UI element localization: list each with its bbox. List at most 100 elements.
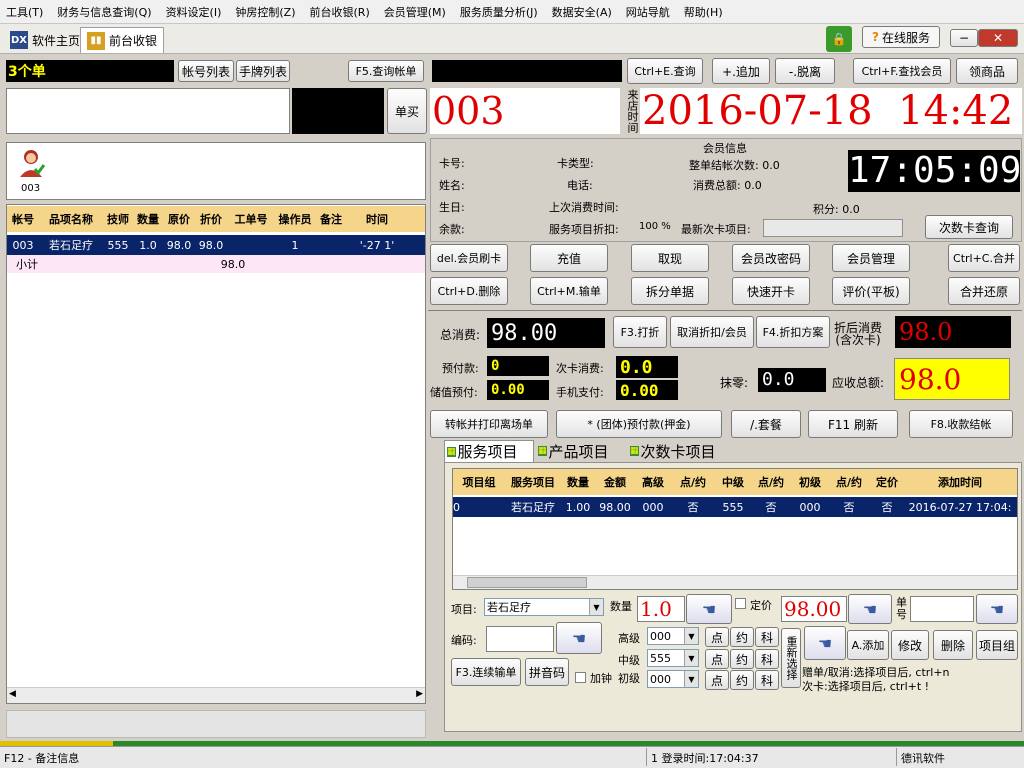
order-input[interactable] <box>6 88 290 134</box>
column-header[interactable]: 添加时间 <box>905 474 1015 490</box>
item-tab[interactable]: ▦ 服务项目 <box>444 440 534 462</box>
find-member-button[interactable]: Ctrl+F.查找会员 <box>853 58 951 84</box>
column-header[interactable]: 金额 <box>595 474 635 490</box>
query-button[interactable]: Ctrl+E.查询 <box>627 58 703 84</box>
tab-home[interactable]: DX 软件主页 <box>4 27 86 53</box>
column-header[interactable]: 项目组 <box>453 474 505 490</box>
action-button[interactable]: 充值 <box>530 244 608 272</box>
pinyin-button[interactable]: 拼音码 <box>525 658 569 686</box>
column-header[interactable]: 工单号 <box>227 211 275 227</box>
action-button[interactable]: 会员改密码 <box>732 244 810 272</box>
menu-item[interactable]: 数据安全(A) <box>552 4 612 20</box>
single-hand-icon[interactable]: ☚ <box>976 594 1018 624</box>
action-button[interactable]: Ctrl+C.合并 <box>948 244 1020 272</box>
lock-icon[interactable]: 🔒 <box>826 26 852 52</box>
action-button[interactable]: /.套餐 <box>731 410 801 438</box>
level-ke-button[interactable]: 科 <box>755 670 779 690</box>
latest-card-field[interactable] <box>763 219 903 237</box>
column-header[interactable]: 定价 <box>869 474 905 490</box>
item-select[interactable]: 若石足疗 ▼ <box>484 598 604 616</box>
menu-item[interactable]: 服务质量分析(J) <box>460 4 538 20</box>
column-header[interactable]: 中级 <box>715 474 751 490</box>
menu-item[interactable]: 资料设定(I) <box>166 4 222 20</box>
menu-item[interactable]: 前台收银(R) <box>310 4 370 20</box>
action-button[interactable]: Ctrl+M.输单 <box>530 277 608 305</box>
online-service-button[interactable]: ? 在线服务 <box>862 26 940 48</box>
reselect-button[interactable]: 重新选择 <box>781 628 801 688</box>
price-field[interactable]: 98.00 <box>781 596 847 622</box>
senior-select[interactable]: 000 ▼ <box>647 627 699 645</box>
level-ke-button[interactable]: 科 <box>755 627 779 647</box>
action-button[interactable]: 拆分单据 <box>631 277 709 305</box>
horizontal-scrollbar[interactable]: ◀ ▶ <box>7 687 425 703</box>
menu-item[interactable]: 帮助(H) <box>684 4 723 20</box>
table-row[interactable]: 003 若石足疗 555 1.0 98.0 98.0 1 '-27 1' <box>7 235 425 255</box>
menu-item[interactable]: 财务与信息查询(Q) <box>57 4 151 20</box>
menu-item[interactable]: 工具(T) <box>6 4 43 20</box>
action-button[interactable]: Ctrl+D.删除 <box>430 277 508 305</box>
price-hand-icon[interactable]: ☚ <box>848 594 892 624</box>
menu-item[interactable]: 网站导航 <box>626 4 670 20</box>
discount-button[interactable]: F3.打折 <box>613 316 667 348</box>
tag-list-button[interactable]: 手牌列表 <box>236 60 290 82</box>
query-bill-button[interactable]: F5.查询帐单 <box>348 60 424 82</box>
qty-field[interactable]: 1.0 <box>637 596 685 622</box>
append-button[interactable]: +.追加 <box>712 58 770 84</box>
single-no-field[interactable] <box>910 596 974 622</box>
column-header[interactable]: 数量 <box>133 211 163 227</box>
junior-select[interactable]: 000 ▼ <box>647 670 699 688</box>
add-hand-icon[interactable]: ☚ <box>804 626 846 660</box>
grid-scrollbar[interactable] <box>453 575 1017 589</box>
fixed-checkbox[interactable] <box>735 598 746 609</box>
wipe-value[interactable]: 0.0 <box>758 368 826 392</box>
item-tab[interactable]: ▦ 产品项目 <box>536 440 626 462</box>
card-query-button[interactable]: 次数卡查询 <box>925 215 1013 239</box>
action-button[interactable]: F11 刷新 <box>808 410 898 438</box>
item-tab[interactable]: ▦ 次数卡项目 <box>628 440 732 462</box>
close-button[interactable]: ✕ <box>978 29 1018 47</box>
column-header[interactable]: 原价 <box>163 211 195 227</box>
level-yue-button[interactable]: 约 <box>730 627 754 647</box>
discount-plan-button[interactable]: F4.折扣方案 <box>756 316 830 348</box>
menu-item[interactable]: 会员管理(M) <box>384 4 446 20</box>
action-button[interactable]: F8.收款结帐 <box>909 410 1013 438</box>
action-button[interactable]: 转帐并打印离场单 <box>430 410 548 438</box>
delete-button[interactable]: 删除 <box>933 630 973 660</box>
tab-front-desk[interactable]: ▮▮ 前台收银 <box>80 27 165 53</box>
column-header[interactable]: 品项名称 <box>39 211 103 227</box>
level-dian-button[interactable]: 点 <box>705 649 729 669</box>
level-ke-button[interactable]: 科 <box>755 649 779 669</box>
column-header[interactable]: 服务项目 <box>505 474 561 490</box>
minimize-button[interactable]: − <box>950 29 978 47</box>
action-button[interactable]: 合并还原 <box>948 277 1020 305</box>
action-button[interactable]: 会员管理 <box>832 244 910 272</box>
column-header[interactable]: 点/约 <box>751 474 791 490</box>
column-header[interactable]: 数量 <box>561 474 595 490</box>
action-button[interactable]: * (团体)预付款(押金) <box>556 410 722 438</box>
column-header[interactable]: 初级 <box>791 474 829 490</box>
column-header[interactable]: 时间 <box>347 211 407 227</box>
account-list-button[interactable]: 帐号列表 <box>178 60 234 82</box>
code-hand-icon[interactable]: ☚ <box>556 622 602 654</box>
column-header[interactable]: 帐号 <box>7 211 39 227</box>
guest-avatar-icon[interactable] <box>17 147 47 179</box>
mid-select[interactable]: 555 ▼ <box>647 649 699 667</box>
continuous-input-button[interactable]: F3.连续输单 <box>451 658 521 686</box>
action-button[interactable]: 快速开卡 <box>732 277 810 305</box>
modify-button[interactable]: 修改 <box>891 630 929 660</box>
column-header[interactable]: 点/约 <box>829 474 869 490</box>
action-button[interactable]: 评价(平板) <box>832 277 910 305</box>
column-header[interactable]: 操作员 <box>275 211 315 227</box>
menu-item[interactable]: 钟房控制(Z) <box>235 4 295 20</box>
cancel-discount-button[interactable]: 取消折扣/会员 <box>670 316 754 348</box>
single-buy-button[interactable]: 单买 <box>387 88 427 134</box>
level-yue-button[interactable]: 约 <box>730 670 754 690</box>
qty-hand-icon[interactable]: ☚ <box>686 594 732 624</box>
action-button[interactable]: del.会员刷卡 <box>430 244 508 272</box>
pickup-goods-button[interactable]: 领商品 <box>956 58 1018 84</box>
level-yue-button[interactable]: 约 <box>730 649 754 669</box>
action-button[interactable]: 取现 <box>631 244 709 272</box>
level-dian-button[interactable]: 点 <box>705 627 729 647</box>
add-item-button[interactable]: A.添加 <box>847 630 889 660</box>
table-row[interactable]: 0 若石足疗 1.00 98.00 000 否 555 否 000 否 否 2016-07-27 17… <box>453 497 1017 517</box>
